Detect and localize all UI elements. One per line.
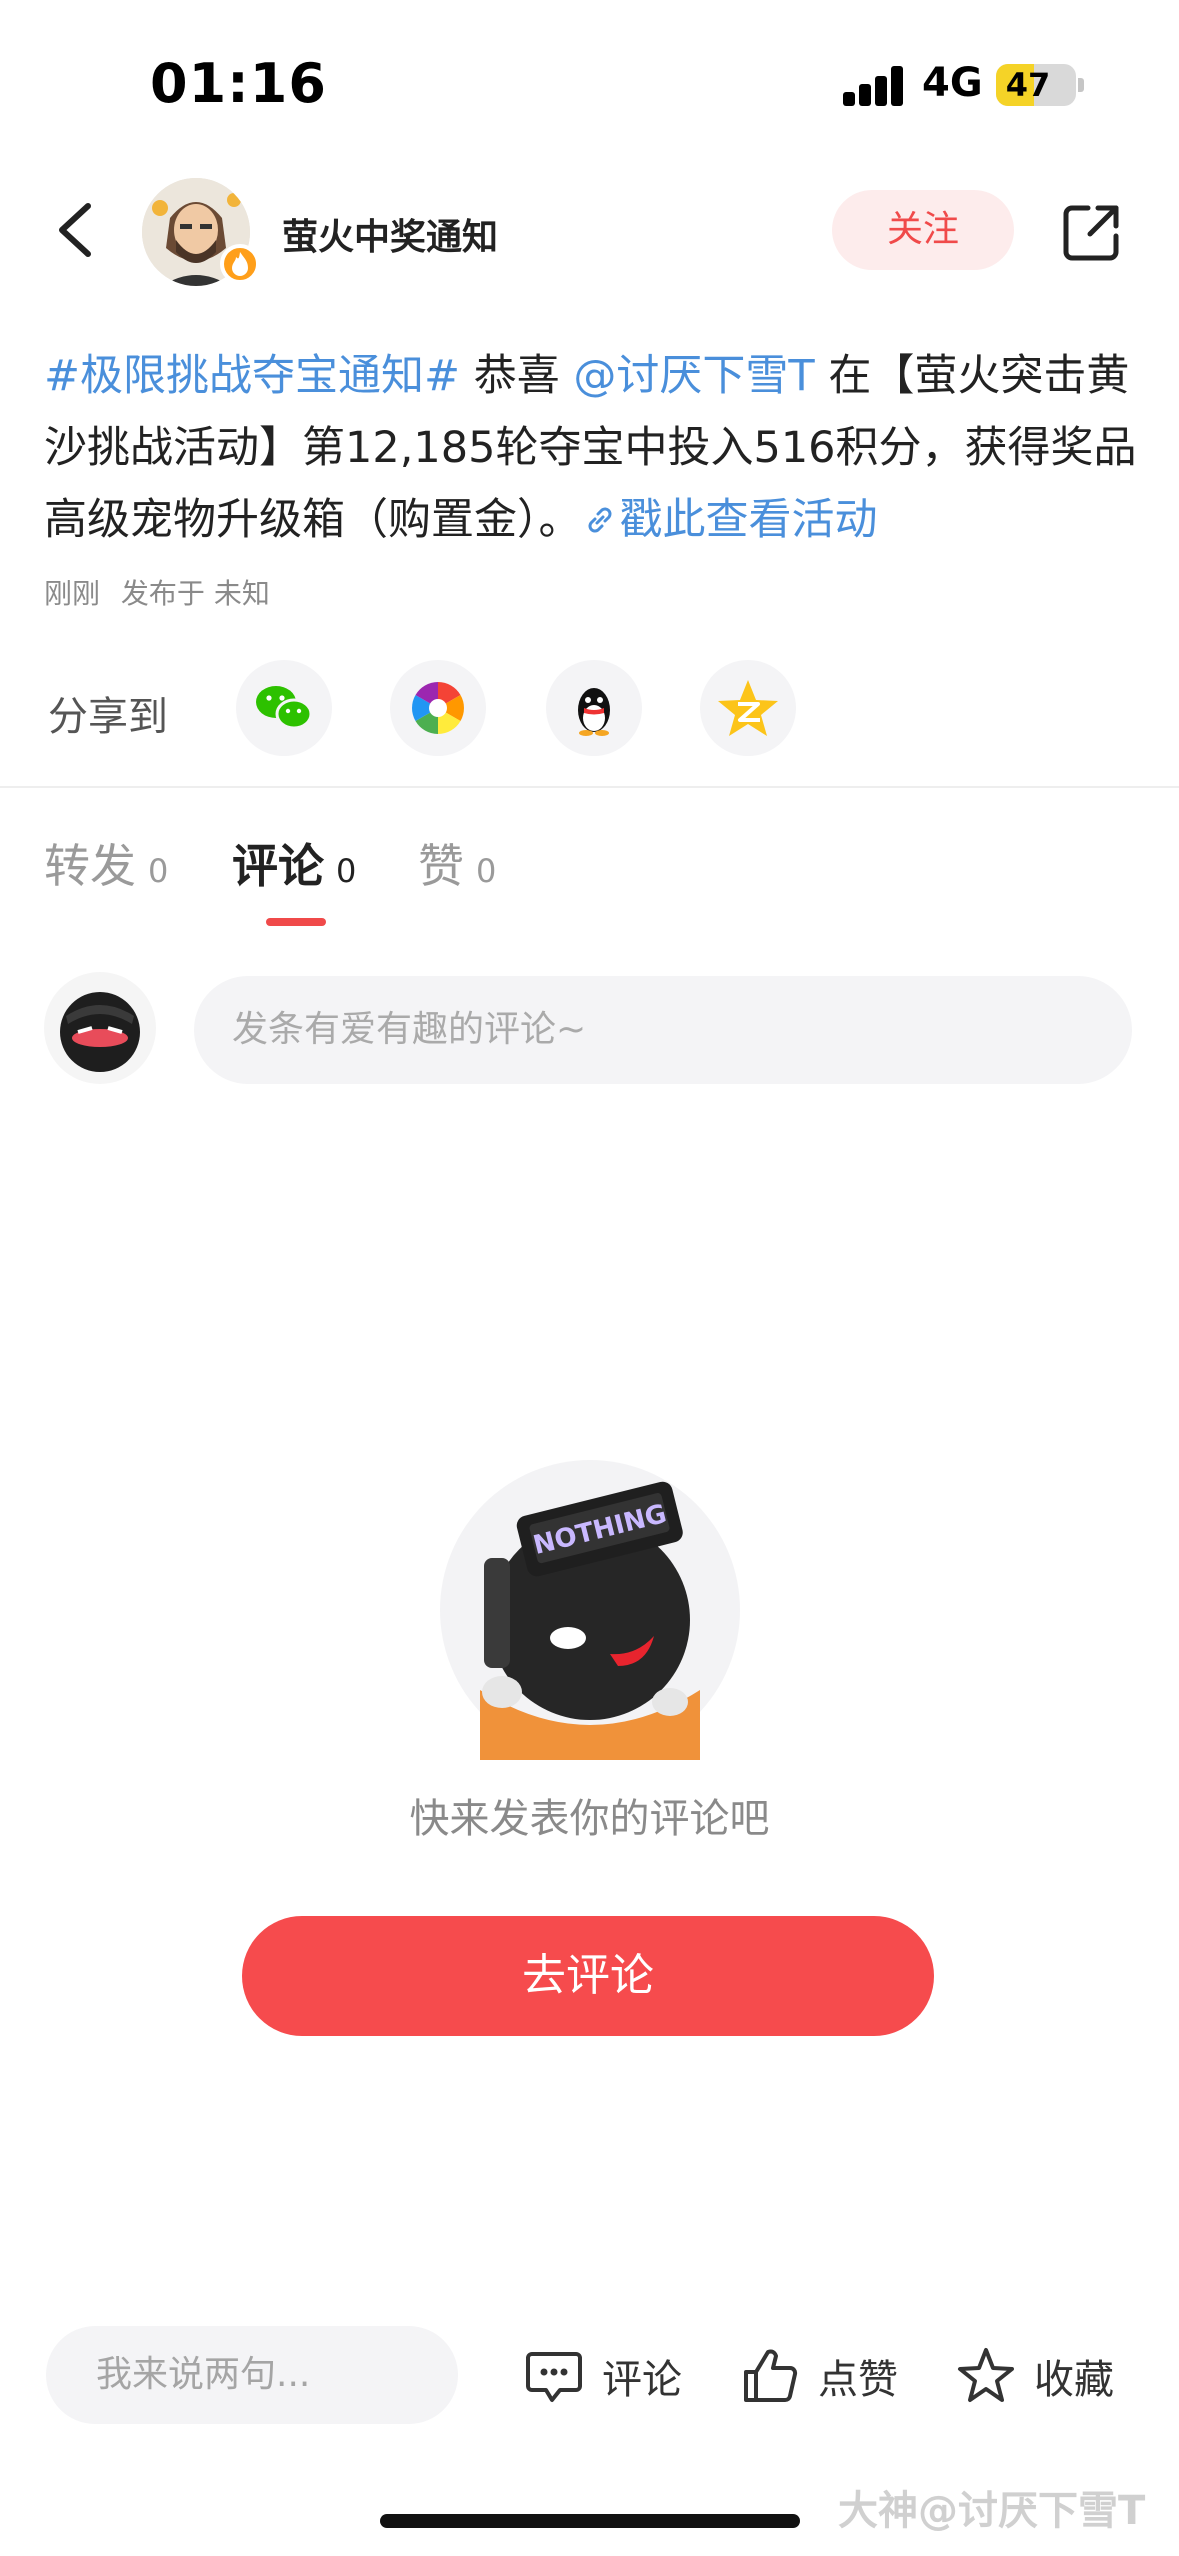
battery-icon: 47 [996,64,1076,106]
author-name[interactable]: 萤火中奖通知 [282,208,498,260]
battery-cap [1078,78,1084,92]
bottom-like-label: 点赞 [818,2357,898,2403]
tab-comments[interactable]: 评论 0 [232,830,356,896]
bottom-favorite-label: 收藏 [1034,2357,1114,2403]
interaction-tabs: 转发 0 评论 0 赞0 [0,820,1179,930]
share-external-icon [1063,205,1119,261]
post-content: #极限挑战夺宝通知# 恭喜 @讨厌下雪T 在【萤火突击黄沙挑战活动】第12,18… [44,340,1144,556]
comment-icon [526,2352,582,2402]
tab-count: 0 [336,852,357,890]
empty-state-illustration: NOTHING [440,1460,740,1760]
share-moments-button[interactable] [390,660,486,756]
bottom-comment-input[interactable]: 我来说两句... [46,2326,458,2424]
go-comment-button[interactable]: 去评论 [242,1916,934,2036]
wechat-icon [256,686,313,730]
empty-state-text: 快来发表你的评论吧 [409,1796,770,1842]
link-icon [588,507,611,533]
post-activity-link-label: 戳此查看活动 [619,495,878,545]
tab-label: 转发 [44,839,136,893]
network-type: 4G [922,60,983,106]
tab-label: 赞 [418,839,464,893]
post-text-part: 恭喜 [460,351,574,401]
share-row: 分享到 [0,660,1179,756]
share-button[interactable] [1060,200,1124,264]
star-icon [958,2348,1014,2402]
post-header: 萤火中奖通知 关注 [0,170,1179,290]
bottom-favorite-button[interactable]: 收藏 [954,2336,1114,2416]
battery-level: 47 [1005,66,1051,104]
qq-icon [578,688,610,736]
share-wechat-button[interactable] [236,660,332,756]
watermark: 大神@讨厌下雪T [838,2488,1146,2534]
share-qzone-button[interactable] [700,660,796,756]
comment-input[interactable]: 发条有爱有趣的评论~ [194,976,1132,1084]
home-indicator[interactable] [380,2514,800,2528]
tab-count: 0 [148,852,169,890]
tab-reposts[interactable]: 转发 0 [44,830,168,896]
active-tab-indicator [266,918,326,926]
signal-icon [843,66,905,106]
section-divider [0,786,1179,788]
moments-icon [412,682,464,734]
bottom-comment-label: 评论 [602,2357,682,2403]
status-bar: 01:16 4G 47 [0,0,1179,150]
tab-label: 评论 [232,839,324,893]
status-time: 01:16 [150,52,327,115]
follow-button[interactable]: 关注 [832,190,1014,270]
post-detail-page: 01:16 4G 47 萤火中奖通知 关注 #极限挑战夺宝通知# 恭喜 @讨厌下… [0,0,1179,2556]
post-time: 刚刚 [44,577,101,610]
post-location: 发布于 未知 [120,577,270,610]
bottom-comment-button[interactable]: 评论 [522,2336,682,2416]
qzone-star-icon [718,680,778,736]
my-avatar [44,972,156,1084]
post-activity-link[interactable]: 戳此查看活动 [582,495,878,545]
post-meta: 刚刚 发布于 未知 [44,572,282,612]
my-avatar-image [44,972,156,1084]
chevron-left-icon [59,203,91,257]
flame-badge-icon [220,244,260,284]
tab-count: 0 [476,852,497,890]
post-hashtag[interactable]: #极限挑战夺宝通知# [44,351,460,401]
share-qq-button[interactable] [546,660,642,756]
bottom-like-button[interactable]: 点赞 [738,2336,898,2416]
share-label: 分享到 [48,694,168,740]
tab-likes[interactable]: 赞0 [418,830,496,896]
back-button[interactable] [48,198,108,262]
thumbs-up-icon [744,2349,798,2402]
post-mention[interactable]: @讨厌下雪T [573,351,814,401]
